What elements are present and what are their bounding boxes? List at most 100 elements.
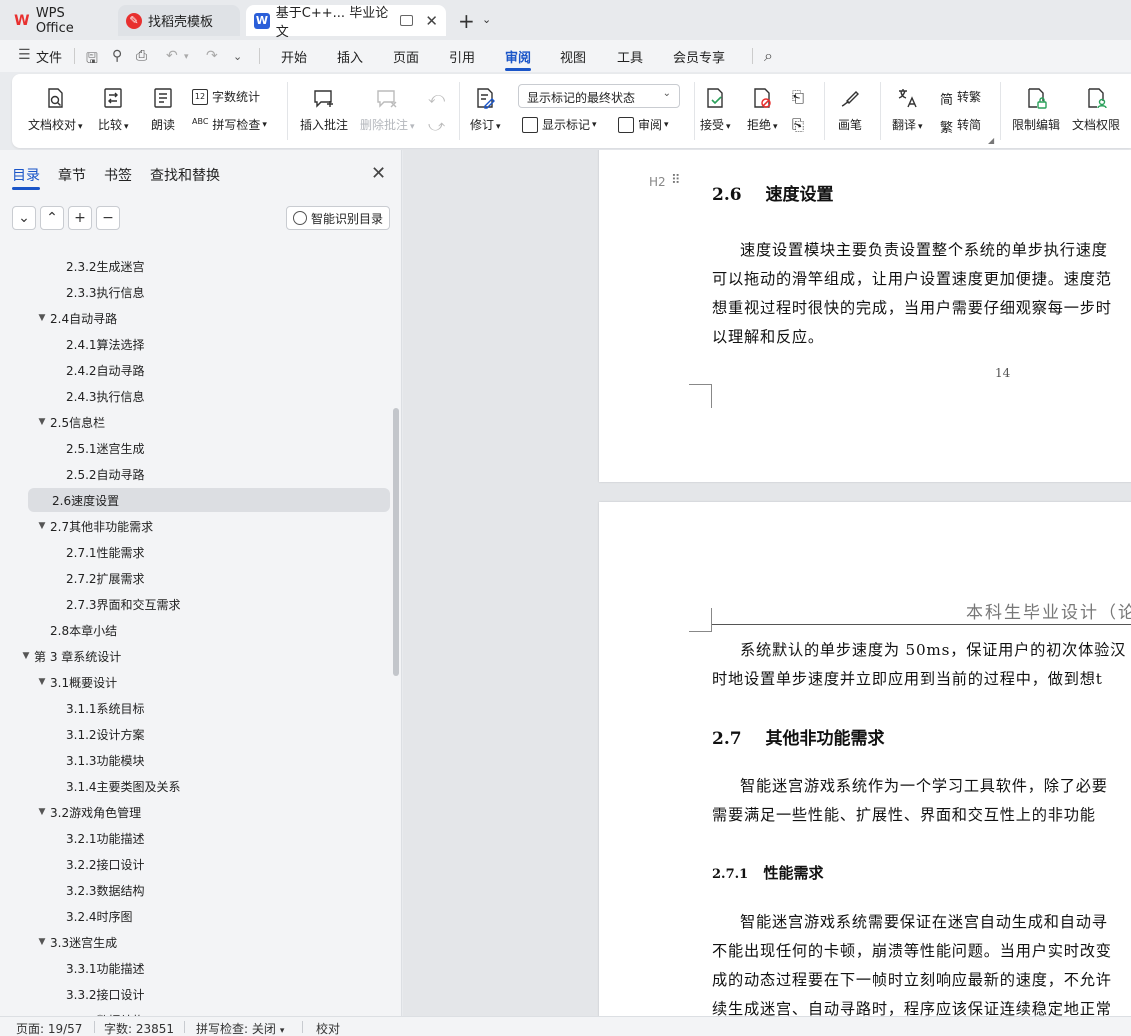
share-icon[interactable]: ⚲: [112, 48, 122, 64]
quick-access-chevron-icon[interactable]: ⌄: [233, 50, 242, 63]
toc-item-selected[interactable]: 2.6速度设置: [28, 488, 390, 512]
spell-check-status[interactable]: 拼写检查: 关闭 ▾: [196, 1020, 284, 1036]
toc-item[interactable]: 3.2.1功能描述: [50, 826, 145, 850]
pen-button[interactable]: 画笔: [838, 86, 862, 133]
toc-item[interactable]: 3.1.3功能模块: [50, 748, 145, 772]
drag-handle-icon[interactable]: ⠿: [671, 173, 680, 188]
reject-button[interactable]: 拒绝 ▾: [747, 86, 778, 133]
nav-tab-find-replace[interactable]: 查找和替换: [150, 165, 220, 185]
toc-item[interactable]: 2.8本章小结: [34, 618, 117, 642]
nav-tab-toc[interactable]: 目录: [12, 165, 40, 185]
new-tab-plus-icon[interactable]: +: [458, 9, 475, 33]
toc-item[interactable]: ▼ 2.7其他非功能需求: [34, 514, 154, 538]
toc-item[interactable]: ▼ 第 3 章系统设计: [18, 644, 122, 668]
toc-item[interactable]: 2.3.3执行信息: [50, 280, 145, 304]
compare-button[interactable]: 比较 ▾: [98, 86, 129, 133]
toc-item[interactable]: 3.3.2接口设计: [50, 982, 145, 1006]
toc-item[interactable]: 3.2.3数据结构: [50, 878, 145, 902]
next-comment-icon[interactable]: ⤻: [428, 116, 445, 136]
track-changes-button[interactable]: 修订 ▾: [470, 86, 501, 133]
spell-check-button[interactable]: ABC 拼写检查 ▾: [192, 116, 267, 133]
menu-home[interactable]: 开始: [281, 47, 307, 66]
restrict-edit-button[interactable]: 限制编辑: [1012, 86, 1060, 133]
doc-permission-button[interactable]: 文档权限: [1072, 86, 1120, 133]
toc-item[interactable]: 3.1.2设计方案: [50, 722, 145, 746]
toc-item[interactable]: 3.1.4主要类图及关系: [50, 774, 181, 798]
hamburger-menu-icon[interactable]: ☰: [18, 47, 31, 63]
toc-item[interactable]: 2.4.1算法选择: [50, 332, 145, 356]
add-heading-plus-icon[interactable]: +: [68, 206, 92, 230]
doc-check-button[interactable]: 文档校对 ▾: [28, 86, 83, 133]
menu-reference[interactable]: 引用: [449, 47, 475, 66]
toc-item[interactable]: 3.2.4时序图: [50, 904, 133, 928]
word-count-status[interactable]: 字数: 23851: [104, 1020, 174, 1036]
prev-comment-icon[interactable]: ⤺: [428, 88, 445, 108]
close-tab-icon[interactable]: ✕: [425, 12, 438, 30]
toc-item[interactable]: 2.5.2自动寻路: [50, 462, 145, 486]
remove-heading-minus-icon[interactable]: −: [96, 206, 120, 230]
expand-caret-down-icon[interactable]: ▼: [34, 677, 50, 687]
insert-comment-button[interactable]: 插入批注: [300, 86, 348, 133]
undo-dropdown-icon[interactable]: ▾: [184, 52, 189, 62]
accept-button[interactable]: 接受 ▾: [700, 86, 731, 133]
delete-comment-button[interactable]: 删除批注 ▾: [360, 86, 415, 133]
menu-review[interactable]: 审阅: [505, 47, 531, 66]
show-markup-button[interactable]: 显示标记 ▾: [522, 116, 597, 133]
toc-item[interactable]: 2.3.2生成迷宫: [50, 254, 145, 278]
markup-state-select[interactable]: 显示标记的最终状态 ⌄: [518, 84, 680, 108]
toc-item[interactable]: ▼ 3.1概要设计: [34, 670, 118, 694]
toc-item[interactable]: 2.7.1性能需求: [50, 540, 145, 564]
previous-change-icon[interactable]: ⎗: [792, 88, 804, 106]
toc-item[interactable]: 2.4.2自动寻路: [50, 358, 145, 382]
search-icon[interactable]: ⌕: [764, 46, 773, 66]
toc-item[interactable]: 2.4.3执行信息: [50, 384, 145, 408]
expand-caret-down-icon[interactable]: ▼: [34, 521, 50, 531]
menu-page[interactable]: 页面: [393, 47, 419, 66]
print-preview-icon[interactable]: ⎙: [136, 48, 147, 64]
next-change-icon[interactable]: ⎘: [792, 116, 804, 134]
toc-scrollbar[interactable]: [393, 408, 399, 676]
menu-tools[interactable]: 工具: [617, 47, 643, 66]
expand-caret-down-icon[interactable]: ▼: [34, 313, 50, 323]
undo-icon[interactable]: ↶: [166, 48, 178, 64]
save-icon[interactable]: 🖫: [86, 48, 98, 72]
toc-item[interactable]: ▼ 2.4自动寻路: [34, 306, 118, 330]
smart-toc-button[interactable]: 智能识别目录: [286, 206, 390, 230]
menu-file[interactable]: 文件: [36, 47, 62, 66]
tab-template[interactable]: ✎ 找稻壳模板: [118, 5, 240, 36]
toc-item[interactable]: ▼ 2.5信息栏: [34, 410, 106, 434]
toc-item[interactable]: ▼ 3.3迷宫生成: [34, 930, 118, 954]
toc-item[interactable]: 3.3.1功能描述: [50, 956, 145, 980]
collapse-all-chevron-down-icon[interactable]: ⌄: [12, 206, 36, 230]
toc-item[interactable]: 3.1.1系统目标: [50, 696, 145, 720]
group-expand-icon[interactable]: ◢: [988, 136, 994, 145]
review-pane-button[interactable]: 审阅 ▾: [618, 116, 669, 133]
toc-item[interactable]: 3.3.3数据结构: [50, 1008, 145, 1017]
read-aloud-button[interactable]: 朗读: [151, 86, 175, 133]
proofread-status[interactable]: 校对: [316, 1020, 340, 1036]
translate-button[interactable]: 翻译 ▾: [892, 86, 923, 133]
toc-item[interactable]: 2.7.3界面和交互需求: [50, 592, 181, 616]
toc-item[interactable]: ▼ 3.2游戏角色管理: [34, 800, 142, 824]
page-indicator[interactable]: 页面: 19/57: [16, 1020, 82, 1036]
expand-caret-down-icon[interactable]: ▼: [18, 651, 34, 661]
nav-tab-bookmarks[interactable]: 书签: [104, 165, 132, 185]
menu-member[interactable]: 会员专享: [673, 47, 725, 66]
close-pane-icon[interactable]: ✕: [371, 163, 386, 184]
to-traditional-button[interactable]: 简 转繁: [940, 88, 981, 108]
expand-chevron-up-icon[interactable]: ⌃: [40, 206, 64, 230]
word-count-button[interactable]: 12 字数统计: [192, 88, 260, 105]
document-canvas[interactable]: H2 ⠿ 2.6 速度设置 速度设置模块主要负责设置整个系统的单步执行速度 可以…: [403, 150, 1131, 1016]
expand-caret-down-icon[interactable]: ▼: [34, 937, 50, 947]
monitor-icon[interactable]: [399, 15, 414, 26]
menu-view[interactable]: 视图: [560, 47, 586, 66]
expand-caret-down-icon[interactable]: ▼: [34, 417, 50, 427]
toc-item[interactable]: 2.5.1迷宫生成: [50, 436, 145, 460]
tab-list-chevron-icon[interactable]: ⌄: [482, 13, 491, 26]
tab-document[interactable]: W 基于C++... 毕业论文 ✕: [246, 5, 446, 40]
menu-insert[interactable]: 插入: [337, 47, 363, 66]
toc-item[interactable]: 2.7.2扩展需求: [50, 566, 145, 590]
redo-icon[interactable]: ↷: [206, 48, 218, 64]
to-simplified-button[interactable]: 繁 转简: [940, 116, 981, 136]
toc-item[interactable]: 3.2.2接口设计: [50, 852, 145, 876]
